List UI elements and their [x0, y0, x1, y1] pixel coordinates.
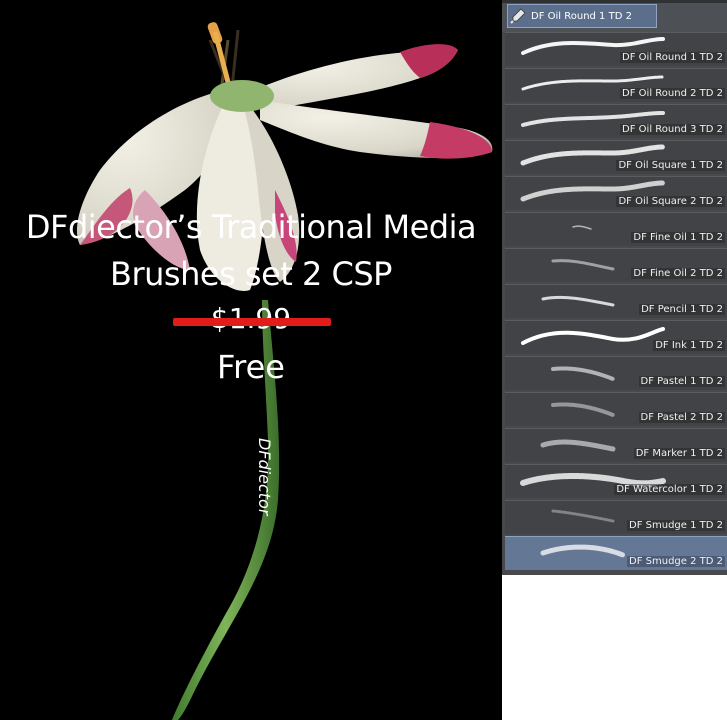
brush-item[interactable]: DF Smudge 1 TD 2: [505, 500, 727, 534]
brush-list: DF Oil Round 1 TD 2 DF Oil Round 2 TD 2 DF…: [505, 32, 727, 572]
brush-name: DF Oil Square 2 TD 2: [616, 196, 725, 207]
brush-name: DF Pencil 1 TD 2: [639, 304, 725, 315]
brush-item[interactable]: DF Fine Oil 2 TD 2: [505, 248, 727, 282]
brush-stroke-preview: [521, 327, 665, 345]
brush-name: DF Ink 1 TD 2: [653, 340, 725, 351]
promo-artwork: DFdiector’s Traditional Media Brushes se…: [0, 0, 502, 720]
brush-name: DF Smudge 1 TD 2: [627, 520, 725, 531]
new-price: Free: [217, 348, 285, 386]
brush-item[interactable]: DF Oil Square 2 TD 2: [505, 176, 727, 210]
brush-item[interactable]: DF Pastel 1 TD 2: [505, 356, 727, 390]
brush-item[interactable]: DF Pencil 1 TD 2: [505, 284, 727, 318]
brush-item[interactable]: DF Watercolor 1 TD 2: [505, 464, 727, 498]
brush-tool-icon: [508, 6, 528, 26]
panel-top-edge: [502, 0, 727, 3]
panel-header: DF Oil Round 1 TD 2: [502, 0, 727, 32]
brush-item[interactable]: DF Smudge 2 TD 2: [505, 536, 727, 570]
brush-name: DF Oil Round 1 TD 2: [620, 52, 725, 63]
brush-item[interactable]: DF Ink 1 TD 2: [505, 320, 727, 354]
sub-tool-tab[interactable]: DF Oil Round 1 TD 2: [507, 4, 657, 28]
brush-name: DF Marker 1 TD 2: [633, 448, 725, 459]
brush-name: DF Fine Oil 1 TD 2: [631, 232, 725, 243]
brush-item[interactable]: DF Oil Round 3 TD 2: [505, 104, 727, 138]
brush-panel: DF Oil Round 1 TD 2 DF Oil Round 1 TD 2D…: [502, 0, 727, 575]
brush-name: DF Smudge 2 TD 2: [627, 556, 725, 567]
brush-name: DF Oil Round 3 TD 2: [620, 124, 725, 135]
brush-item[interactable]: DF Oil Round 1 TD 2: [505, 32, 727, 66]
artist-signature: DFdiector: [255, 438, 274, 516]
brush-item[interactable]: DF Marker 1 TD 2: [505, 428, 727, 462]
sub-tool-tab-label: DF Oil Round 1 TD 2: [531, 10, 632, 22]
brush-item[interactable]: DF Fine Oil 1 TD 2: [505, 212, 727, 246]
brush-item[interactable]: DF Oil Round 2 TD 2: [505, 68, 727, 102]
brush-item[interactable]: DF Pastel 2 TD 2: [505, 392, 727, 426]
brush-name: DF Oil Square 1 TD 2: [616, 160, 725, 171]
promo-title-line-2: Brushes set 2 CSP: [110, 255, 392, 293]
brush-item[interactable]: DF Oil Square 1 TD 2: [505, 140, 727, 174]
brush-name: DF Pastel 1 TD 2: [638, 376, 725, 387]
brush-name: DF Pastel 2 TD 2: [638, 412, 725, 423]
brush-name: DF Fine Oil 2 TD 2: [631, 268, 725, 279]
price-strikethrough: [173, 318, 331, 326]
promo-title-line-1: DFdiector’s Traditional Media: [25, 208, 477, 246]
brush-name: DF Oil Round 2 TD 2: [620, 88, 725, 99]
brush-name: DF Watercolor 1 TD 2: [614, 484, 725, 495]
